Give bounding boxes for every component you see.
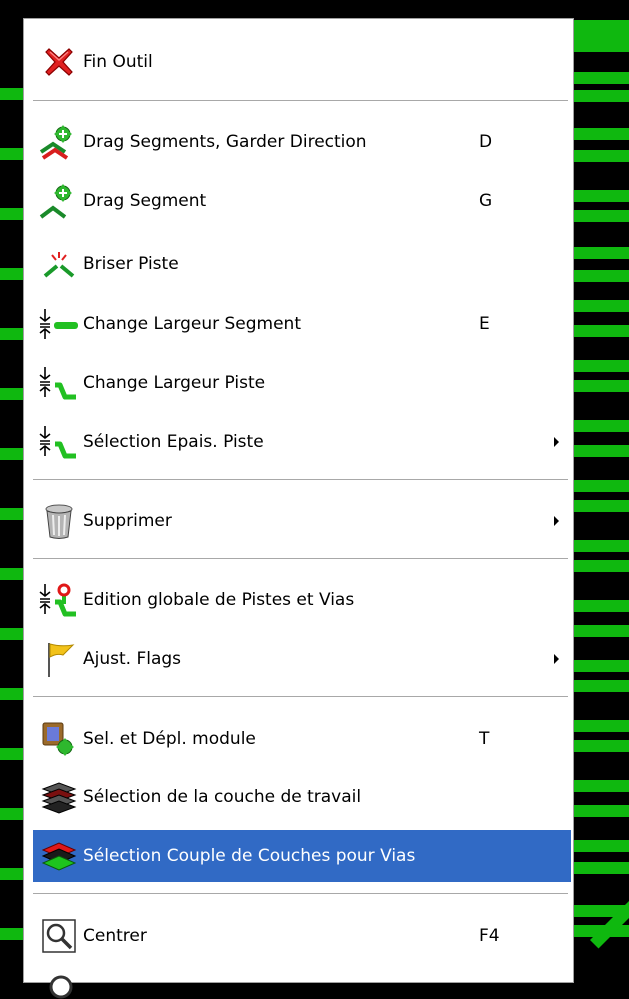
- pcb-track-stripe: [574, 380, 629, 392]
- track-width-icon: [37, 361, 81, 405]
- pcb-track-stripe: [574, 540, 629, 552]
- context-menu: Fin Outil Drag Segments, Garder Directio…: [23, 18, 574, 999]
- select-move-module-icon: [37, 717, 81, 761]
- menu-separator: [33, 558, 568, 560]
- menu-item-shortcut: E: [479, 314, 490, 334]
- global-edit-tracks-vias-icon: [37, 578, 81, 622]
- menu-item-label: Fin Outil: [83, 52, 153, 72]
- pcb-track-stripe: [574, 720, 629, 732]
- layers-select-icon: [37, 775, 81, 819]
- menu-item-drag-segment[interactable]: Drag Segment G: [33, 175, 571, 227]
- pcb-track-stripe: [574, 445, 629, 457]
- pcb-track-stripe: [574, 325, 629, 337]
- menu-item-selection-epais-piste[interactable]: Sélection Epais. Piste: [33, 416, 571, 468]
- pcb-track-stripe: [574, 625, 629, 637]
- red-x-icon: [37, 40, 81, 84]
- menu-item-shortcut: F4: [479, 926, 500, 946]
- menu-item-shortcut: T: [479, 729, 490, 749]
- menu-separator: [33, 893, 568, 895]
- break-track-icon: [37, 242, 81, 286]
- pcb-track-stripe: [574, 660, 629, 672]
- menu-item-ajust-flags[interactable]: Ajust. Flags: [33, 633, 571, 685]
- pcb-track-stripe: [574, 480, 629, 492]
- pcb-pad: [574, 20, 629, 52]
- submenu-arrow-icon: [554, 437, 559, 447]
- pcb-track-stripe: [574, 190, 629, 202]
- pcb-track-stripe: [574, 500, 629, 512]
- menu-item-label: Edition globale de Pistes et Vias: [83, 590, 355, 610]
- menu-item-label: Change Largeur Piste: [83, 373, 266, 393]
- pcb-track-stripe: [574, 680, 629, 692]
- menu-item-briser-piste[interactable]: Briser Piste: [33, 238, 571, 290]
- menu-item-label: Sélection Couple de Couches pour Vias: [83, 846, 416, 866]
- menu-item-drag-segments-garder-direction[interactable]: Drag Segments, Garder Direction D: [33, 116, 571, 168]
- menu-item-label: Sel. et Dépl. module: [83, 729, 256, 749]
- submenu-arrow-icon: [554, 516, 559, 526]
- menu-separator: [33, 100, 568, 102]
- pcb-track-stripe: [574, 247, 629, 259]
- submenu-arrow-icon: [554, 654, 559, 664]
- pcb-track-stripe: [574, 270, 629, 282]
- menu-item-shortcut: G: [479, 191, 493, 211]
- pcb-track-stripe: [574, 210, 629, 222]
- layer-pair-vias-icon: [37, 834, 81, 878]
- track-thickness-select-icon: [37, 420, 81, 464]
- pcb-track-stripe: [574, 862, 629, 874]
- menu-separator: [33, 479, 568, 481]
- pcb-track-stripe: [574, 128, 629, 140]
- pcb-track-stripe: [574, 780, 629, 792]
- drag-segments-keep-direction-icon: [37, 120, 81, 164]
- pcb-track-stripe: [574, 360, 629, 372]
- pcb-track-stripe: [574, 600, 629, 612]
- menu-item-label: Drag Segment: [83, 191, 207, 211]
- trash-can-icon: [37, 499, 81, 543]
- pcb-track-stripe: [574, 560, 629, 572]
- pcb-track-stripe: [574, 72, 629, 84]
- menu-item-label: Briser Piste: [83, 254, 179, 274]
- menu-separator: [33, 696, 568, 698]
- zoom-center-icon: [37, 914, 81, 958]
- pcb-track-stripe: [574, 740, 629, 752]
- pcb-track-stripe: [574, 150, 629, 162]
- flag-icon: [37, 637, 81, 681]
- menu-item-fin-outil[interactable]: Fin Outil: [33, 36, 571, 88]
- menu-item-label: Sélection Epais. Piste: [83, 432, 264, 452]
- pcb-track-stripe: [574, 300, 629, 312]
- menu-item-edition-globale[interactable]: Edition globale de Pistes et Vias: [33, 574, 571, 626]
- menu-item-label: Sélection de la couche de travail: [83, 787, 362, 807]
- menu-item-label: Change Largeur Segment: [83, 314, 301, 334]
- pcb-track-stripe: [574, 840, 629, 852]
- menu-item-label: Centrer: [83, 926, 147, 946]
- zoom-icon: [41, 969, 81, 999]
- menu-item-selection-couche-travail[interactable]: Sélection de la couche de travail: [33, 771, 571, 823]
- pcb-track-stripe: [574, 420, 629, 432]
- segment-width-icon: [37, 302, 81, 346]
- menu-item-change-largeur-segment[interactable]: Change Largeur Segment E: [33, 298, 571, 350]
- menu-item-sel-depl-module[interactable]: Sel. et Dépl. module T: [33, 713, 571, 765]
- pcb-track-stripe: [574, 90, 629, 102]
- canvas-top-edge: [0, 0, 629, 8]
- menu-item-label: Drag Segments, Garder Direction: [83, 132, 367, 152]
- drag-segment-icon: [37, 179, 81, 223]
- menu-item-shortcut: D: [479, 132, 493, 152]
- menu-item-centrer[interactable]: Centrer F4: [33, 910, 571, 962]
- menu-item-change-largeur-piste[interactable]: Change Largeur Piste: [33, 357, 571, 409]
- menu-item-selection-couple-couches-vias[interactable]: Sélection Couple de Couches pour Vias: [33, 830, 571, 882]
- menu-item-supprimer[interactable]: Supprimer: [33, 495, 571, 547]
- menu-item-label: Ajust. Flags: [83, 649, 182, 669]
- menu-item-label: Supprimer: [83, 511, 172, 531]
- pcb-track-stripe: [574, 805, 629, 817]
